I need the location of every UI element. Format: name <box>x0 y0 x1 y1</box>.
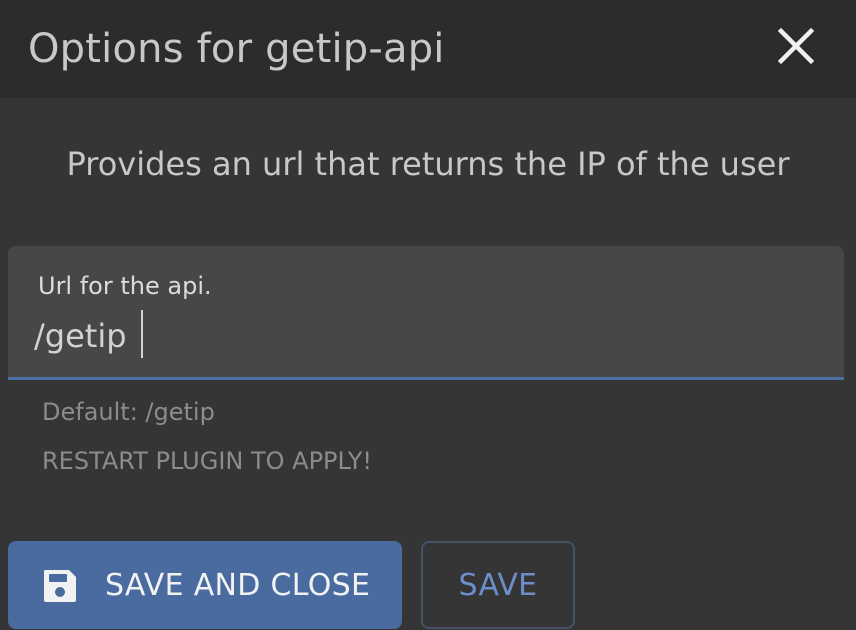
default-value-hint: Default: /getip <box>42 398 215 426</box>
close-icon <box>777 27 815 65</box>
api-url-label: Url for the api. <box>38 272 212 300</box>
save-and-close-label: SAVE AND CLOSE <box>105 568 371 603</box>
save-label: SAVE <box>458 568 538 603</box>
floppy-disk-icon <box>44 570 76 602</box>
plugin-description: Provides an url that returns the IP of t… <box>66 145 790 183</box>
save-button[interactable]: SAVE <box>421 541 575 629</box>
api-url-input[interactable] <box>34 312 814 360</box>
save-and-close-button[interactable]: SAVE AND CLOSE <box>8 541 402 629</box>
api-url-field[interactable]: Url for the api. <box>8 246 844 380</box>
close-button[interactable] <box>772 22 820 70</box>
field-focus-underline <box>8 377 844 380</box>
restart-notice: RESTART PLUGIN TO APPLY! <box>42 447 372 475</box>
text-cursor <box>141 310 143 358</box>
dialog-title: Options for getip-api <box>28 26 445 72</box>
dialog-header: Options for getip-api <box>0 0 856 98</box>
options-dialog: Options for getip-api Provides an url th… <box>0 0 856 630</box>
